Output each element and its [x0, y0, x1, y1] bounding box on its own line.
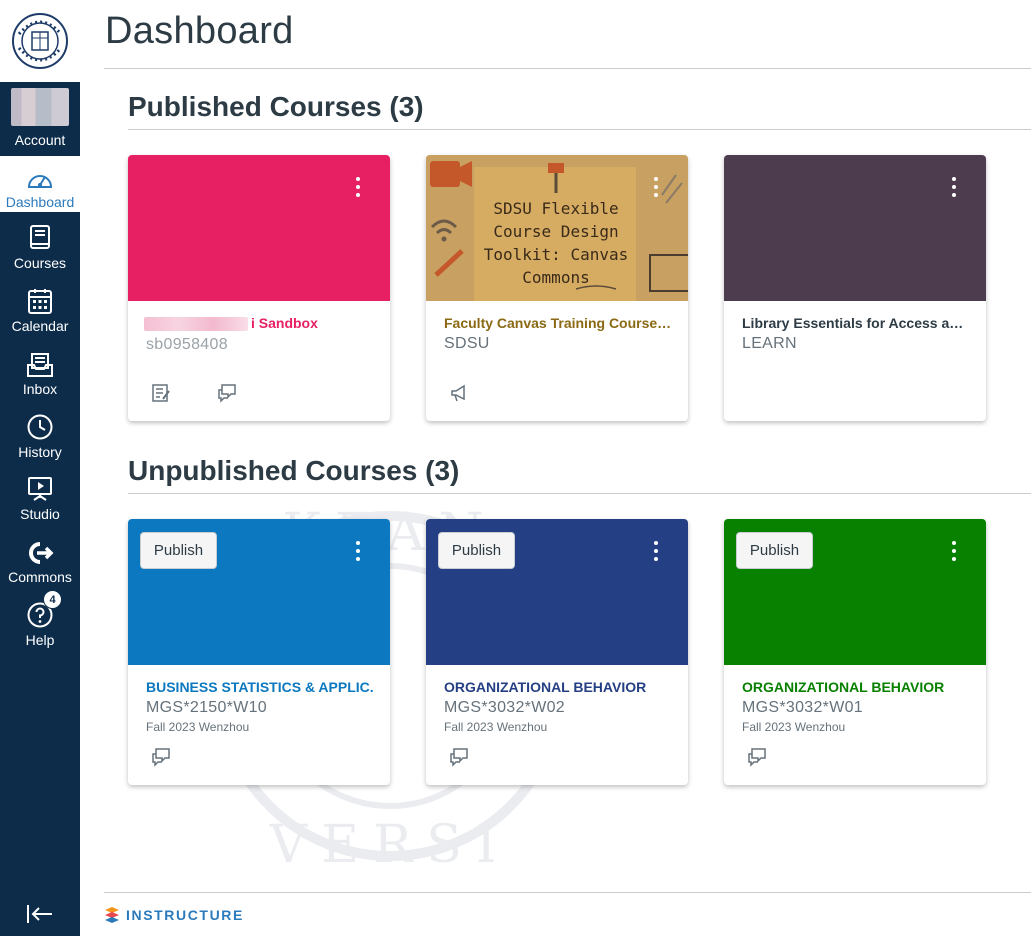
inbox-icon — [27, 349, 53, 377]
avatar — [11, 88, 69, 126]
instructure-mark-icon — [105, 907, 119, 923]
card-action-icons — [448, 382, 470, 404]
card-options-button[interactable] — [642, 173, 670, 201]
course-title-link[interactable]: ORGANIZATIONAL BEHAVIOR — [444, 679, 672, 695]
studio-icon — [27, 474, 53, 502]
nav-calendar-label: Calendar — [11, 318, 69, 334]
course-title-link[interactable]: ORGANIZATIONAL BEHAVIOR — [742, 679, 970, 695]
clock-icon — [27, 412, 53, 440]
nav-help-label: Help — [25, 632, 55, 648]
nav-history[interactable]: History — [0, 406, 80, 468]
calendar-icon — [28, 286, 52, 314]
publish-button[interactable]: Publish — [736, 532, 813, 569]
discussions-icon[interactable] — [150, 746, 172, 768]
card-action-icons — [150, 746, 172, 768]
published-divider — [128, 129, 1031, 130]
unpublished-courses-heading: Unpublished Courses (3) — [128, 455, 460, 486]
svg-text:VERSI: VERSI — [269, 815, 511, 875]
course-code: MGS*3032*W02 — [444, 699, 565, 716]
header-divider — [104, 68, 1031, 69]
card-action-icons — [150, 382, 238, 404]
announcements-icon[interactable] — [448, 382, 470, 404]
course-card[interactable]: Publish ORGANIZATIONAL BEHAVIOR MGS*3032… — [724, 519, 986, 785]
nav-commons[interactable]: Commons — [0, 531, 80, 593]
nav-courses[interactable]: Courses — [0, 217, 80, 279]
card-options-button[interactable] — [344, 537, 372, 565]
nav-history-label: History — [18, 444, 62, 460]
course-card[interactable]: i Sandbox sb0958408 — [128, 155, 390, 421]
global-navigation: Account Dashboard Courses Calendar Inbox… — [0, 0, 80, 936]
course-term: Fall 2023 Wenzhou — [742, 720, 846, 734]
discussions-icon[interactable] — [216, 382, 238, 404]
kean-university-logo[interactable] — [0, 0, 80, 82]
help-notification-badge: 4 — [43, 590, 62, 609]
publish-button[interactable]: Publish — [140, 532, 217, 569]
discussions-icon[interactable] — [746, 746, 768, 768]
course-card[interactable]: Publish BUSINESS STATISTICS & APPLIC. MG… — [128, 519, 390, 785]
course-title-link[interactable]: Library Essentials for Access and R… — [742, 315, 970, 331]
course-code: sb0958408 — [146, 336, 228, 353]
card-options-button[interactable] — [940, 173, 968, 201]
nav-studio[interactable]: Studio — [0, 468, 80, 530]
card-options-button[interactable] — [344, 173, 372, 201]
course-code: MGS*2150*W10 — [146, 699, 267, 716]
nav-dashboard-label: Dashboard — [5, 194, 75, 210]
nav-commons-label: Commons — [8, 569, 72, 585]
dashboard-icon — [26, 162, 54, 190]
course-card[interactable]: Library Essentials for Access and R… LEA… — [724, 155, 986, 421]
collapse-arrow-icon — [27, 905, 52, 923]
course-term: Fall 2023 Wenzhou — [444, 720, 548, 734]
course-code: MGS*3032*W01 — [742, 699, 863, 716]
card-action-icons — [448, 746, 470, 768]
footer-divider — [104, 892, 1031, 893]
instructure-logo[interactable]: INSTRUCTURE — [104, 906, 244, 924]
course-code: SDSU — [444, 335, 490, 352]
card-options-button[interactable] — [940, 537, 968, 565]
published-courses-heading: Published Courses (3) — [128, 91, 424, 122]
university-seal-icon — [12, 13, 68, 69]
course-card[interactable]: SDSU Flexible Course Design Toolkit: Can… — [426, 155, 688, 421]
redacted-name — [144, 317, 248, 331]
nav-inbox-label: Inbox — [22, 381, 58, 397]
commons-icon — [26, 537, 54, 565]
course-card[interactable]: Publish ORGANIZATIONAL BEHAVIOR MGS*3032… — [426, 519, 688, 785]
nav-dashboard[interactable]: Dashboard — [0, 156, 80, 212]
nav-calendar[interactable]: Calendar — [0, 280, 80, 342]
card-options-button[interactable] — [642, 537, 670, 565]
nav-inbox[interactable]: Inbox — [0, 343, 80, 405]
card-action-icons — [746, 746, 768, 768]
course-code: LEARN — [742, 335, 797, 352]
page-title: Dashboard — [105, 10, 294, 52]
nav-studio-label: Studio — [20, 506, 60, 522]
discussions-icon[interactable] — [448, 746, 470, 768]
collapse-nav-button[interactable] — [22, 900, 58, 928]
nav-account-label: Account — [14, 132, 66, 148]
course-term: Fall 2023 Wenzhou — [146, 720, 250, 734]
toolkit-title-text: SDSU Flexible Course Design Toolkit: Can… — [483, 199, 629, 287]
course-title-link[interactable]: Faculty Canvas Training Course [fr… — [444, 315, 672, 331]
publish-button[interactable]: Publish — [438, 532, 515, 569]
courses-book-icon — [29, 223, 51, 251]
nav-courses-label: Courses — [13, 255, 67, 271]
course-title-link[interactable]: i Sandbox — [251, 315, 371, 331]
course-title-link[interactable]: BUSINESS STATISTICS & APPLIC. — [146, 679, 374, 695]
nav-account[interactable]: Account — [0, 84, 80, 154]
nav-help[interactable]: Help — [0, 594, 80, 656]
assignments-icon[interactable] — [150, 382, 172, 404]
unpublished-divider — [128, 493, 1031, 494]
instructure-wordmark: INSTRUCTURE — [126, 907, 244, 923]
